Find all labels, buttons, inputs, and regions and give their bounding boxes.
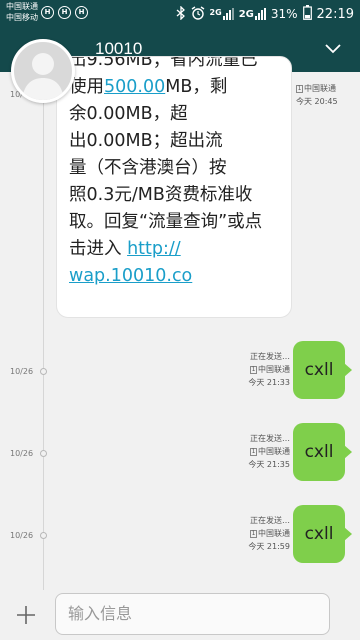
sent-message-meta: 正在发送… 1 中国联通 今天 21:59	[248, 516, 290, 551]
carrier-2: 中国移动	[6, 13, 38, 22]
sim-icon: 1	[250, 529, 257, 538]
status-icons: 2G 2G 31% 22:19	[176, 4, 354, 24]
sent-message-bubble[interactable]: cxll	[293, 505, 352, 563]
message-date: 10/26	[10, 531, 34, 540]
sim-icon: 1	[250, 447, 257, 456]
signal-icon: 2G	[239, 8, 266, 20]
sent-message-bubble[interactable]: cxll	[293, 341, 352, 399]
timeline-line	[43, 72, 44, 590]
signal-icon: 2G	[210, 8, 234, 20]
hd-icon: H	[75, 6, 88, 19]
message-time: 今天 21:35	[248, 460, 290, 469]
message-date: 10/26	[10, 449, 34, 458]
battery-icon	[302, 5, 312, 23]
message-input[interactable]: 输入信息	[55, 593, 330, 635]
received-message-bubble[interactable]: 出9.56MB；省内流量已 使用500.00MB，剩 余0.00MB，超 出0.…	[56, 56, 292, 318]
carrier-1: 中国联通	[6, 2, 38, 11]
sending-status: 正在发送…	[250, 516, 290, 525]
sent-message-bubble[interactable]: cxll	[293, 423, 352, 481]
sim-icon: 1	[250, 365, 257, 374]
chevron-down-icon[interactable]	[324, 40, 342, 58]
contact-avatar[interactable]	[11, 39, 75, 103]
received-message-meta: 1 中国联通 今天 20:45	[296, 84, 338, 106]
compose-bar: 输入信息	[0, 590, 360, 640]
status-bar: 中国联通 中国移动 H H H 2G 2G 31% 22:19	[0, 0, 360, 28]
timeline-dot	[40, 450, 47, 457]
message-time: 今天 20:45	[296, 97, 338, 106]
link[interactable]: 500.00	[104, 77, 165, 97]
bluetooth-icon	[176, 4, 186, 23]
message-time: 今天 21:59	[248, 542, 290, 551]
message-date: 10/26	[10, 367, 34, 376]
sending-status: 正在发送…	[250, 352, 290, 361]
sending-status: 正在发送…	[250, 434, 290, 443]
sent-message-meta: 正在发送… 1 中国联通 今天 21:35	[248, 434, 290, 469]
message-time: 今天 21:33	[248, 378, 290, 387]
url-link[interactable]: wap.10010.co	[69, 266, 192, 286]
alarm-icon	[191, 5, 205, 23]
plus-icon	[17, 606, 35, 624]
add-attachment-button[interactable]	[15, 604, 37, 626]
timeline-dot	[40, 532, 47, 539]
received-message-text: 出9.56MB；省内流量已 使用500.00MB，剩 余0.00MB，超 出0.…	[69, 56, 263, 286]
hd-icon: H	[58, 6, 71, 19]
carrier-info: 中国联通 中国移动	[6, 1, 38, 23]
url-link[interactable]: http://	[127, 239, 181, 259]
battery-percent: 31%	[270, 7, 298, 21]
clock: 22:19	[316, 6, 354, 22]
sent-message-meta: 正在发送… 1 中国联通 今天 21:33	[248, 352, 290, 387]
sim-icon: 1	[296, 84, 303, 93]
timeline-dot	[40, 368, 47, 375]
hd-icon: H	[41, 6, 54, 19]
